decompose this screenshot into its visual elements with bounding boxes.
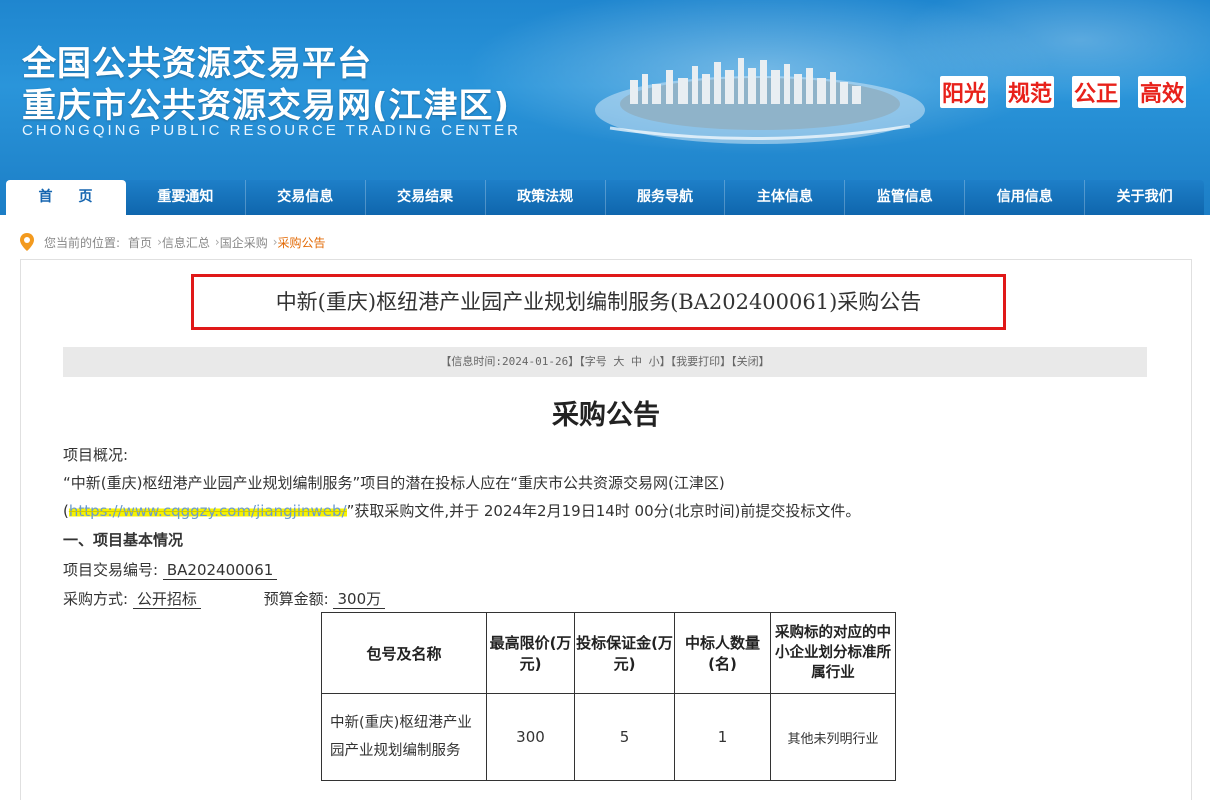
table-cell-industry: 其他未列明行业 [770, 693, 896, 781]
table-cell-bid-bond: 5 [574, 693, 675, 781]
table-header: 中标人数量(名) [674, 612, 771, 694]
slogan-group: 阳光 规范 公正 高效 [939, 76, 1186, 108]
slogan-efficient: 高效 [1137, 76, 1186, 108]
nav-item-entity-info[interactable]: 主体信息 [725, 180, 846, 215]
table-cell-max-price: 300 [486, 693, 575, 781]
overview-line2: (https://www.cqggzy.com/jiangjinweb/”获取采… [63, 500, 860, 521]
print-link[interactable]: 我要打印 [676, 355, 720, 368]
slogan-standard: 规范 [1005, 76, 1054, 108]
nav-item-home[interactable]: 首页 [6, 180, 126, 215]
nav-item-policies[interactable]: 政策法规 [486, 180, 606, 215]
table-header-row: 包号及名称 最高限价(万元) 投标保证金(万元) 中标人数量(名) 采购标的对应… [321, 612, 896, 694]
breadcrumb-home[interactable]: 首页 [128, 234, 152, 251]
slogan-sunshine: 阳光 [939, 76, 988, 108]
overview-label: 项目概况: [63, 446, 129, 464]
slogan-fair: 公正 [1071, 76, 1120, 108]
announcement-title: 中新(重庆)枢纽港产业园产业规划编制服务(BA202400061)采购公告 [275, 290, 922, 314]
close-link[interactable]: 关闭 [737, 355, 759, 368]
title-highlight-box: 中新(重庆)枢纽港产业园产业规划编制服务(BA202400061)采购公告 [191, 274, 1006, 330]
site-title-english: CHONGQING PUBLIC RESOURCE TRADING CENTER [22, 122, 521, 139]
table-header: 投标保证金(万元) [574, 612, 675, 694]
nav-item-supervision[interactable]: 监管信息 [845, 180, 966, 215]
project-number-label: 项目交易编号: [63, 561, 159, 579]
table-header: 最高限价(万元) [486, 612, 575, 694]
method-value: 公开招标 [132, 590, 201, 609]
project-number-row: 项目交易编号: BA202400061 [63, 559, 278, 580]
info-bracket: 】【 [659, 355, 677, 368]
table-cell-winner-count: 1 [674, 693, 771, 781]
info-bracket: 】 [758, 355, 770, 368]
article-container: 中新(重庆)枢纽港产业园产业规划编制服务(BA202400061)采购公告 【信… [20, 259, 1192, 800]
nav-item-credit[interactable]: 信用信息 [965, 180, 1086, 215]
document-heading: 采购公告 [552, 400, 660, 431]
font-size-medium-link[interactable]: 中 [631, 355, 642, 368]
method-label: 采购方式: [63, 590, 129, 608]
overview-line2-rest: ”获取采购文件,并于 2024年2月19日14时 00分(北京时间)前提交投标文… [346, 502, 861, 520]
nav-item-notices[interactable]: 重要通知 [126, 180, 246, 215]
location-pin-icon [20, 233, 34, 251]
budget-label: 预算金额: [263, 590, 329, 608]
nav-item-trade-results[interactable]: 交易结果 [366, 180, 486, 215]
font-size-small-link[interactable]: 小 [649, 355, 660, 368]
site-title-line2: 重庆市公共资源交易网(江津区) [22, 86, 511, 126]
table-header: 包号及名称 [321, 612, 487, 694]
nav-item-about[interactable]: 关于我们 [1085, 180, 1204, 215]
font-size-large-link[interactable]: 大 [613, 355, 624, 368]
city-skyline-image [595, 58, 925, 144]
nav-item-service-guide[interactable]: 服务导航 [606, 180, 726, 215]
info-time: 【信息时间:2024-01-26】【字号 [440, 355, 607, 368]
overview-line1: “中新(重庆)枢纽港产业园产业规划编制服务”项目的潜在投标人应在“重庆市公共资源… [63, 474, 725, 492]
breadcrumb-info-summary[interactable]: 信息汇总 [162, 234, 210, 251]
project-table: 包号及名称 最高限价(万元) 投标保证金(万元) 中标人数量(名) 采购标的对应… [321, 612, 896, 781]
breadcrumb-prefix: 您当前的位置: [44, 235, 121, 250]
main-nav: 首页 重要通知 交易信息 交易结果 政策法规 服务导航 主体信息 监管信息 信用… [6, 180, 1204, 215]
breadcrumb: 您当前的位置: 首页 › 信息汇总 › 国企采购 › 采购公告 [20, 233, 326, 251]
budget-value: 300万 [333, 590, 386, 609]
table-row: 中新(重庆)枢纽港产业园产业规划编制服务 300 5 1 其他未列明行业 [321, 693, 896, 781]
table-cell-package-name: 中新(重庆)枢纽港产业园产业规划编制服务 [321, 693, 487, 781]
breadcrumb-current[interactable]: 采购公告 [278, 234, 326, 251]
method-budget-row: 采购方式: 公开招标 预算金额: 300万 [63, 588, 386, 609]
breadcrumb-soe-procurement[interactable]: 国企采购 [220, 234, 268, 251]
info-bracket: 】【 [720, 355, 737, 368]
project-number-value: BA202400061 [162, 561, 278, 580]
section-basic-info: 一、项目基本情况 [63, 531, 184, 549]
nav-item-trade-info[interactable]: 交易信息 [246, 180, 366, 215]
overview-open-paren: ( [63, 502, 69, 520]
overview-url-link[interactable]: https://www.cqggzy.com/jiangjinweb/ [68, 502, 347, 520]
info-bar: 【信息时间:2024-01-26】【字号 大 中 小】【我要打印】【关闭】 [63, 347, 1147, 377]
table-header: 采购标的对应的中小企业划分标准所属行业 [770, 612, 896, 694]
